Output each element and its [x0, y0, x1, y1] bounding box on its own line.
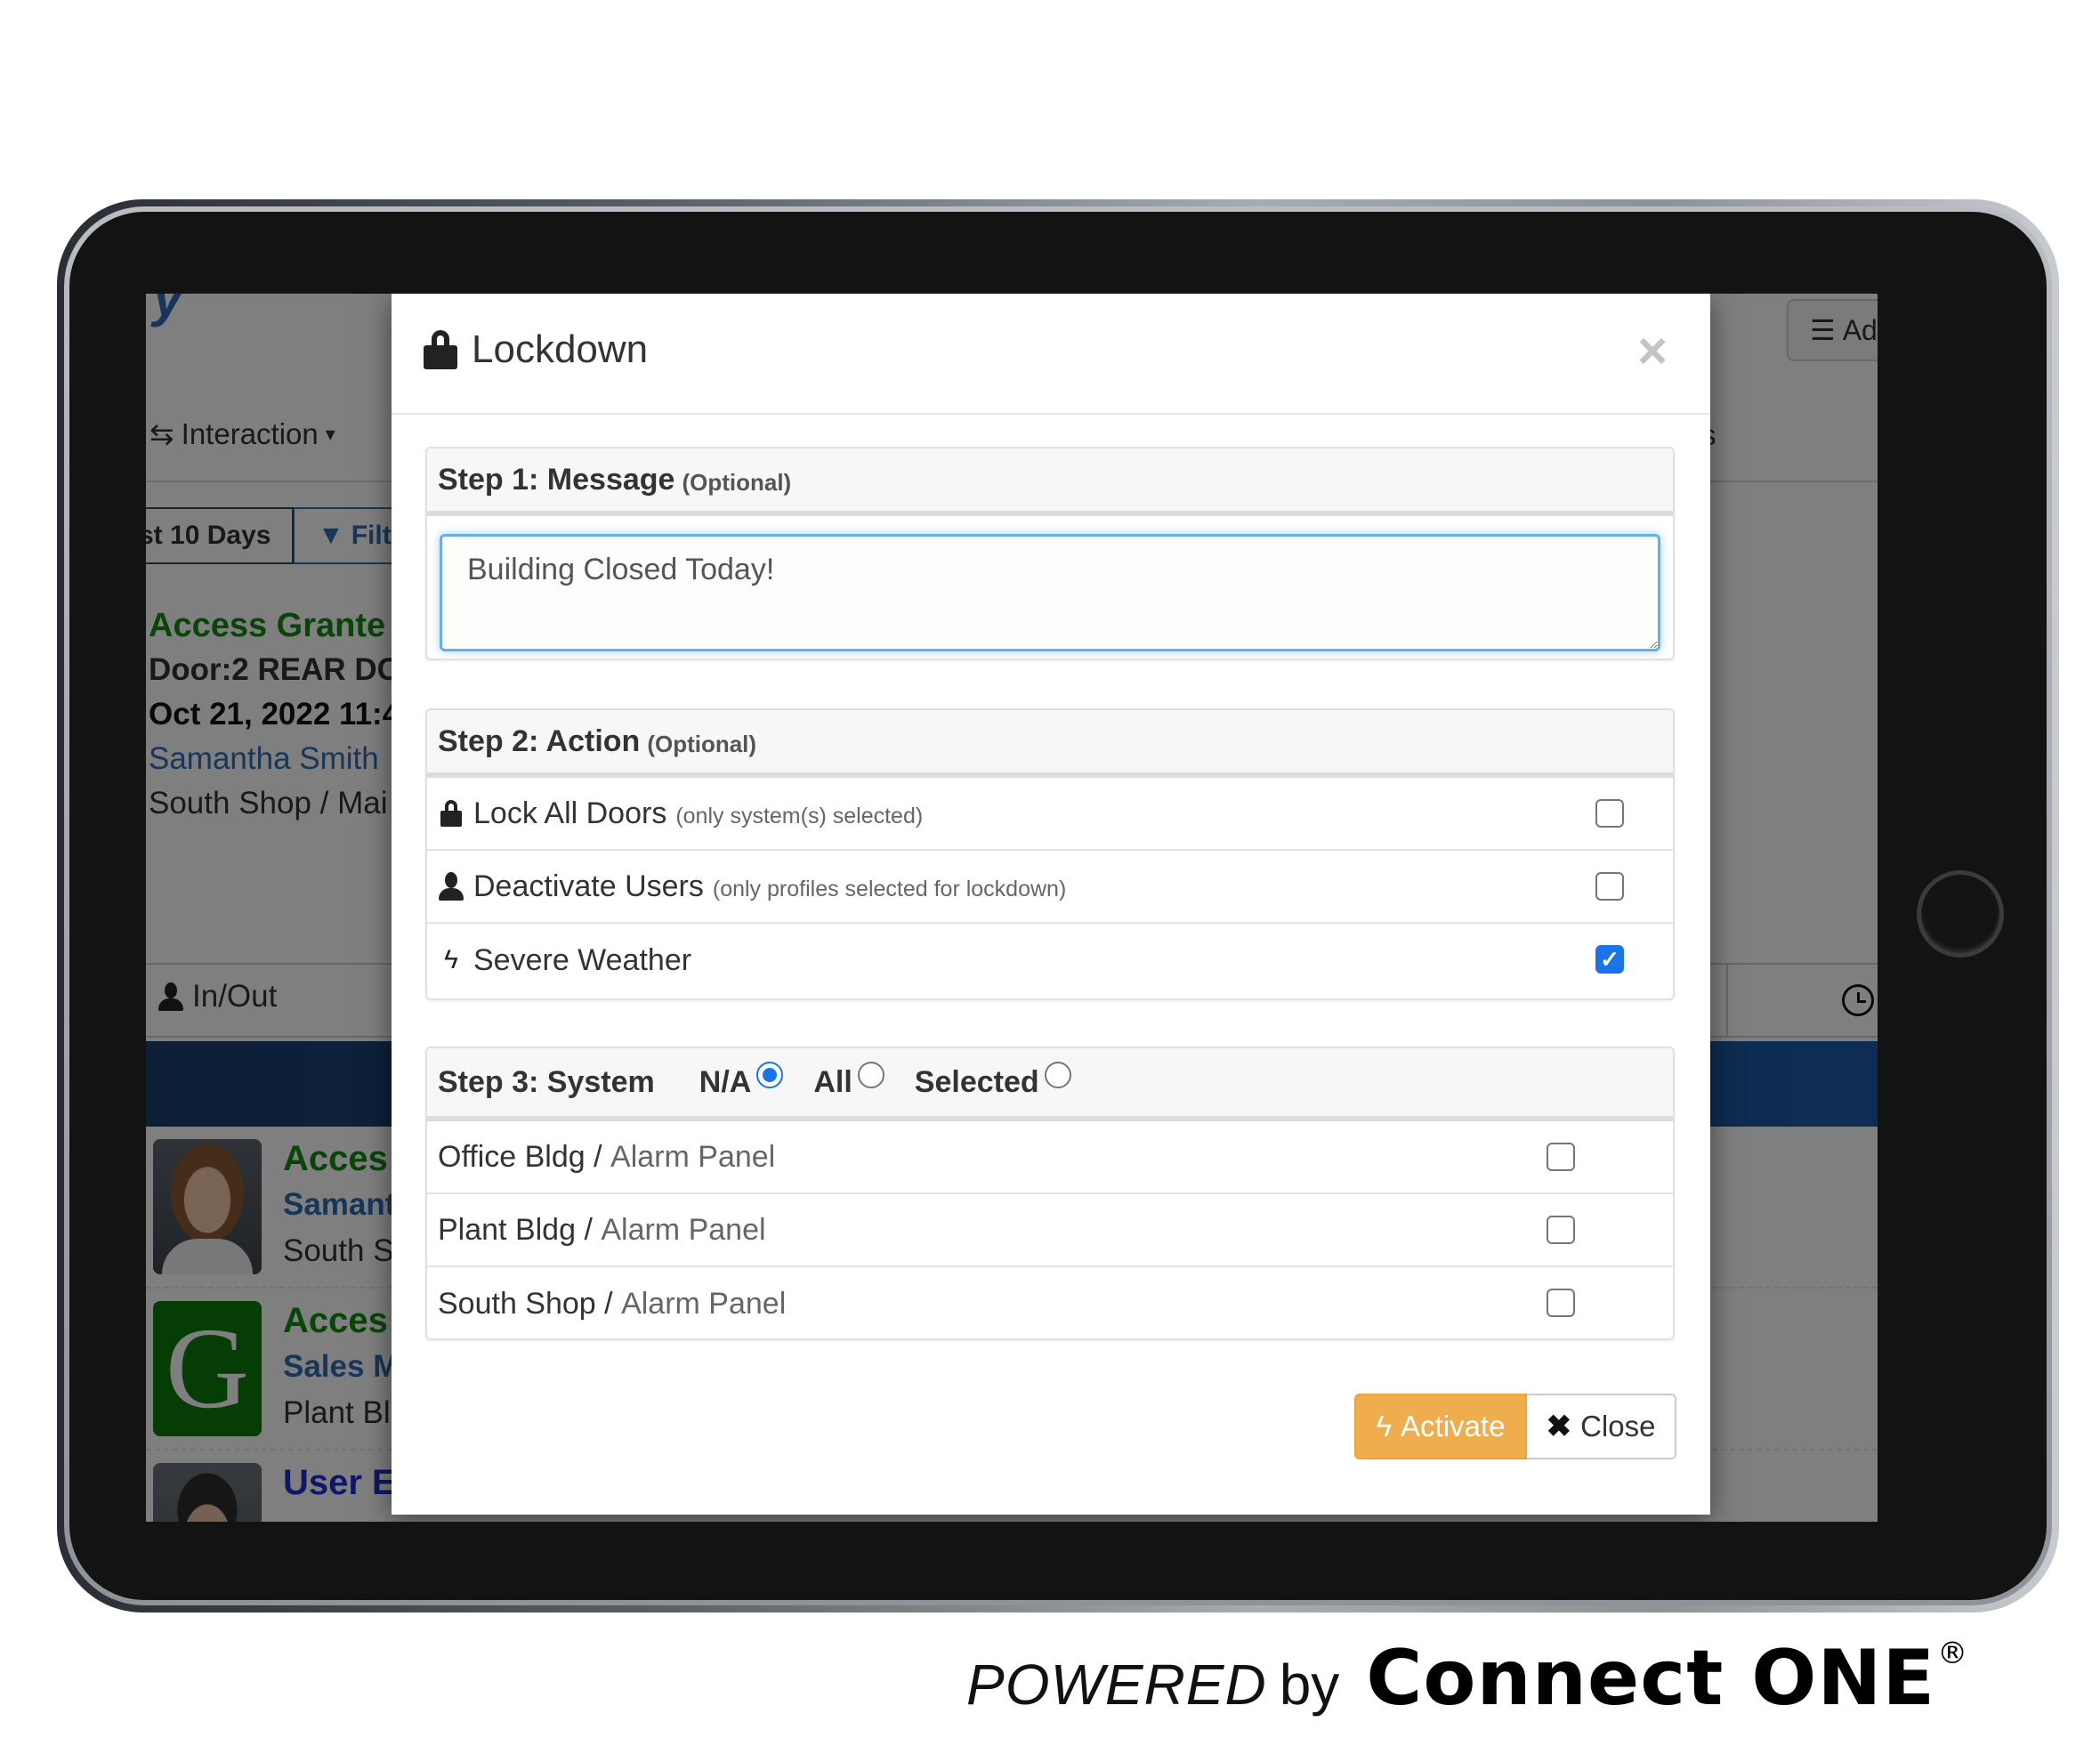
- tablet-screen: y ☰ Ad ⇆ Interaction ▾ s st 10 Days ▼ Fi…: [146, 294, 1878, 1522]
- modal-footer: ϟ Activate ✖ Close: [392, 1372, 1710, 1515]
- action-note: (only profiles selected for lockdown): [712, 876, 1067, 901]
- activate-button[interactable]: ϟ Activate: [1354, 1394, 1527, 1459]
- system-checkbox[interactable]: [1547, 1289, 1575, 1317]
- modal-header: Lockdown ×: [392, 294, 1710, 415]
- lock-icon: [440, 800, 462, 827]
- bolt-icon: ϟ: [444, 945, 458, 974]
- step1-heading: Step 1: Message (Optional): [427, 449, 1673, 516]
- system-panel: Alarm Panel: [601, 1212, 766, 1247]
- action-label: Lock All Doors: [473, 796, 667, 830]
- system-checkbox[interactable]: [1547, 1143, 1575, 1171]
- step1-panel: Step 1: Message (Optional): [425, 447, 1675, 660]
- system-row[interactable]: Office Bldg / Alarm Panel: [427, 1121, 1673, 1194]
- action-deactivate-users[interactable]: Deactivate Users (only profiles selected…: [427, 851, 1673, 924]
- modal-title: Lockdown: [424, 327, 648, 372]
- system-building: South Shop /: [438, 1286, 613, 1321]
- deactivate-users-checkbox[interactable]: [1595, 872, 1624, 901]
- close-label: Close: [1580, 1410, 1656, 1443]
- system-panel: Alarm Panel: [610, 1139, 776, 1174]
- system-row[interactable]: South Shop / Alarm Panel: [427, 1267, 1673, 1338]
- radio-selected[interactable]: [1044, 1062, 1071, 1088]
- system-panel: Alarm Panel: [621, 1286, 787, 1321]
- lockdown-modal: Lockdown × Step 1: Message (Optional) St…: [392, 294, 1710, 1515]
- system-building: Office Bldg /: [438, 1139, 602, 1174]
- brand-name: Connect ONE: [1366, 1634, 1936, 1723]
- user-icon: [439, 872, 464, 901]
- registered-mark: ®: [1937, 1636, 1968, 1671]
- step2-panel: Step 2: Action (Optional) Lock All Doors…: [425, 708, 1675, 1000]
- step3-title: Step 3: System: [438, 1064, 655, 1099]
- system-checkbox[interactable]: [1547, 1216, 1575, 1244]
- radio-all[interactable]: [857, 1062, 884, 1088]
- system-building: Plant Bldg /: [438, 1212, 593, 1247]
- close-icon[interactable]: ×: [1637, 326, 1668, 377]
- severe-weather-checkbox[interactable]: ✓: [1595, 945, 1624, 974]
- activate-label: Activate: [1401, 1410, 1506, 1443]
- radio-label-selected: Selected: [914, 1064, 1039, 1099]
- step2-title: Step 2: Action: [438, 723, 641, 758]
- lock-all-doors-checkbox[interactable]: [1595, 799, 1624, 828]
- step2-optional: (Optional): [647, 730, 757, 757]
- branding: POWERED by Connect ONE ®: [966, 1634, 1967, 1723]
- step2-heading: Step 2: Action (Optional): [427, 710, 1673, 778]
- step1-title: Step 1: Message: [438, 462, 675, 497]
- radio-label-na: N/A: [699, 1064, 752, 1099]
- action-note: (only system(s) selected): [675, 803, 924, 828]
- lock-icon: [424, 330, 457, 369]
- message-textarea[interactable]: [440, 534, 1660, 651]
- system-radio-group: N/A All Selected: [699, 1062, 1102, 1100]
- bolt-icon: ϟ: [1376, 1410, 1393, 1443]
- system-row[interactable]: Plant Bldg / Alarm Panel: [427, 1194, 1673, 1267]
- action-lock-all-doors[interactable]: Lock All Doors (only system(s) selected): [427, 778, 1673, 851]
- action-label: Severe Weather: [473, 942, 692, 977]
- by-text: by: [1279, 1653, 1340, 1717]
- close-x-icon: ✖: [1546, 1410, 1572, 1443]
- radio-label-all: All: [813, 1064, 852, 1099]
- home-button[interactable]: [1917, 870, 2004, 958]
- radio-na[interactable]: [756, 1062, 784, 1088]
- step3-panel: Step 3: System N/A All Selected Office B…: [425, 1047, 1675, 1340]
- close-button[interactable]: ✖ Close: [1527, 1394, 1676, 1459]
- action-severe-weather[interactable]: ϟ Severe Weather ✓: [427, 924, 1673, 997]
- step3-heading: Step 3: System N/A All Selected: [427, 1048, 1673, 1121]
- footer-button-group: ϟ Activate ✖ Close: [1354, 1394, 1676, 1459]
- action-label: Deactivate Users: [473, 869, 704, 903]
- powered-text: POWERED: [966, 1653, 1267, 1717]
- step1-optional: (Optional): [682, 468, 792, 496]
- modal-title-text: Lockdown: [472, 327, 649, 371]
